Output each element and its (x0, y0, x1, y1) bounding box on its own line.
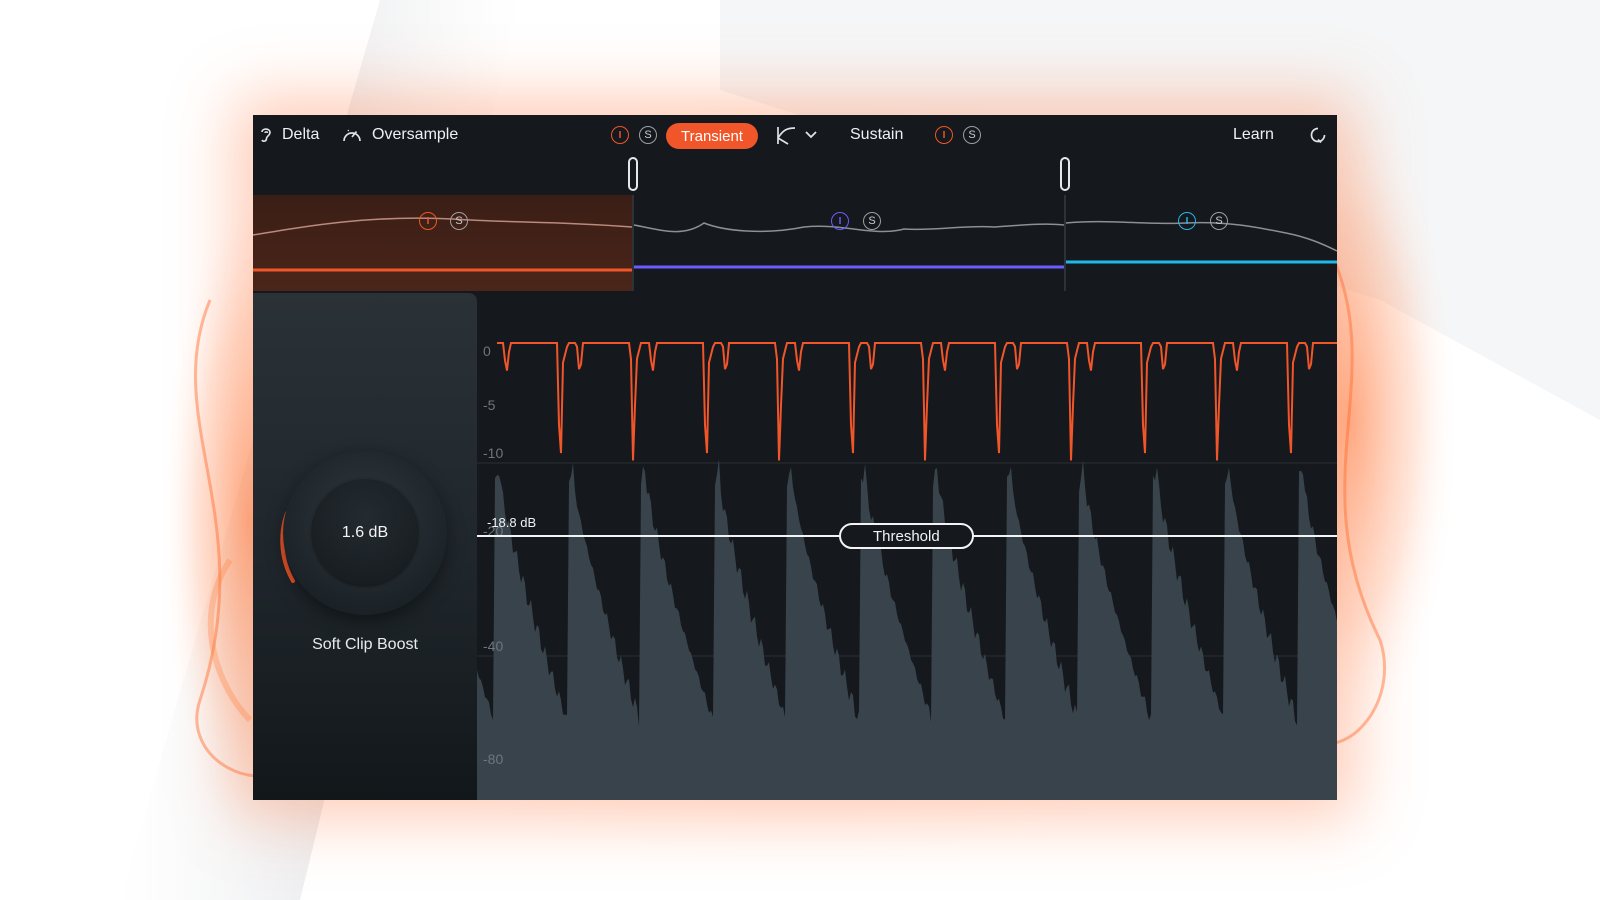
band-mid[interactable]: I S (634, 195, 1064, 291)
top-toolbar: Delta Oversample I S Transient Sustain I… (253, 115, 1337, 155)
band-low[interactable]: I S (253, 195, 632, 291)
solo-symbol: S (1215, 215, 1223, 227)
band-mid-waveform (634, 222, 1064, 269)
gain-curve (497, 342, 1337, 461)
curve-icon (775, 124, 797, 146)
threshold-handle[interactable]: Threshold (839, 523, 974, 549)
bypass-symbol: I (1185, 215, 1189, 227)
axis-label-0: 0 (483, 343, 491, 359)
sustain-label: Sustain (850, 126, 904, 143)
gain-reduction-line (497, 342, 1337, 461)
band-high-bypass-button[interactable]: I (1178, 212, 1196, 230)
band-high-solo-button[interactable]: S (1210, 212, 1228, 230)
band-mid-bypass-button[interactable]: I (831, 212, 849, 230)
band-low-waveform (253, 217, 632, 272)
reset-icon (1308, 125, 1328, 145)
plugin-window: Delta Oversample I S Transient Sustain I… (253, 115, 1337, 800)
learn-label: Learn (1233, 126, 1274, 143)
solo-symbol: S (455, 215, 463, 227)
axis-label-40: -40 (483, 638, 504, 654)
knob-value: 1.6 dB (309, 477, 421, 589)
delta-label: Delta (282, 126, 320, 143)
knob-label: Soft Clip Boost (312, 636, 418, 653)
threshold-label: Threshold (873, 527, 940, 545)
soft-clip-boost-knob[interactable]: 1.6 dB (283, 451, 447, 615)
delta-button[interactable]: Delta (259, 115, 319, 155)
crossover-handle-mid-high[interactable] (1060, 157, 1070, 191)
threshold-value: -18.8 dB (487, 515, 537, 530)
band-high[interactable]: I S (1066, 195, 1337, 291)
ear-icon (259, 126, 273, 144)
band-high-waveform (1066, 220, 1337, 264)
sustain-bypass-button[interactable]: I (935, 126, 953, 144)
sustain-solo-button[interactable]: S (963, 126, 981, 144)
bypass-symbol: I (618, 129, 622, 141)
soft-clip-panel: 1.6 dB Soft Clip Boost (253, 293, 477, 800)
axis-label-5: -5 (483, 397, 496, 413)
band-mid-solo-button[interactable]: S (863, 212, 881, 230)
bypass-symbol: I (942, 129, 946, 141)
solo-symbol: S (644, 129, 652, 141)
transient-graph[interactable]: 0 -5 -10 -20 -40 -80 -18.8 dB Threshold (477, 293, 1337, 800)
transient-bypass-button[interactable]: I (611, 126, 629, 144)
crossover-handle-low-mid[interactable] (628, 157, 638, 191)
reset-button[interactable] (1308, 115, 1328, 155)
sustain-button[interactable]: Sustain (850, 115, 903, 155)
axis-label-10: -10 (483, 445, 504, 461)
solo-symbol: S (868, 215, 876, 227)
solo-symbol: S (968, 129, 976, 141)
learn-button[interactable]: Learn (1233, 115, 1274, 155)
band-low-bypass-button[interactable]: I (419, 212, 437, 230)
transient-solo-button[interactable]: S (639, 126, 657, 144)
axis-label-80: -80 (483, 751, 504, 767)
oversample-button[interactable]: Oversample (341, 115, 458, 155)
chevron-down-icon (805, 131, 817, 139)
transient-button[interactable]: Transient (666, 123, 758, 149)
bypass-symbol: I (426, 215, 430, 227)
transient-label: Transient (681, 127, 743, 145)
waveform-area (477, 458, 1337, 800)
band-strip: I S I S I S (253, 195, 1337, 291)
bypass-symbol: I (838, 215, 842, 227)
curve-selector[interactable] (775, 115, 817, 155)
gauge-icon (341, 125, 363, 145)
band-low-solo-button[interactable]: S (450, 212, 468, 230)
waveform-fill (477, 458, 1337, 800)
oversample-label: Oversample (372, 126, 459, 143)
